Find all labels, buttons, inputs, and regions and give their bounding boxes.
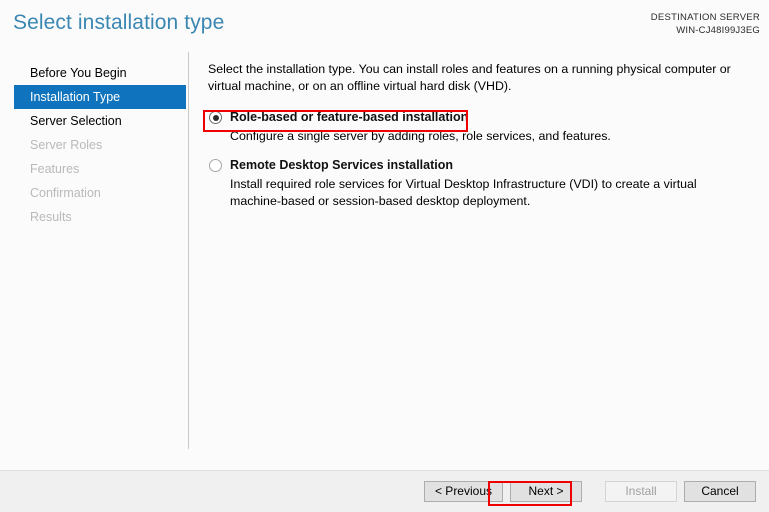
page-title: Select installation type bbox=[13, 11, 225, 34]
cancel-button[interactable]: Cancel bbox=[684, 481, 756, 502]
wizard-navigation: Before You Begin Installation Type Serve… bbox=[0, 52, 189, 470]
destination-server-label: DESTINATION SERVER bbox=[650, 12, 760, 23]
installation-type-radio-group: Role-based or feature-based installation… bbox=[208, 109, 757, 210]
sidebar-item-server-roles: Server Roles bbox=[30, 138, 103, 152]
install-button: Install bbox=[605, 481, 677, 502]
radio-remote-desktop-services-installation[interactable] bbox=[209, 159, 222, 172]
destination-server-block: DESTINATION SERVER WIN-CJ48I99J3EG bbox=[651, 11, 760, 37]
previous-button[interactable]: < Previous bbox=[423, 481, 503, 502]
sidebar-item-results: Results bbox=[30, 210, 72, 224]
add-roles-features-wizard: Select installation type DESTINATION SER… bbox=[0, 0, 769, 512]
remote-desktop-option[interactable]: Remote Desktop Services installation Ins… bbox=[208, 157, 757, 210]
remote-desktop-option-description: Install required role services for Virtu… bbox=[230, 177, 697, 208]
instruction-text: Select the installation type. You can in… bbox=[208, 62, 731, 93]
sidebar-item-features: Features bbox=[30, 162, 80, 176]
wizard-footer: < Previous Next > Install Cancel bbox=[0, 470, 769, 512]
wizard-content: Select the installation type. You can in… bbox=[189, 52, 769, 470]
next-button[interactable]: Next > bbox=[510, 481, 582, 502]
wizard-header: Select installation type DESTINATION SER… bbox=[0, 0, 769, 52]
role-based-option[interactable]: Role-based or feature-based installation… bbox=[208, 109, 757, 145]
sidebar-item-confirmation: Confirmation bbox=[30, 186, 101, 200]
sidebar-item-server-selection[interactable]: Server Selection bbox=[14, 109, 186, 133]
sidebar-item-before-you-begin[interactable]: Before You Begin bbox=[14, 61, 186, 85]
wizard-body: Before You Begin Installation Type Serve… bbox=[0, 52, 769, 470]
destination-server-name: WIN-CJ48I99J3EG bbox=[676, 25, 760, 36]
sidebar-item-installation-type[interactable]: Installation Type bbox=[14, 85, 186, 109]
role-based-option-label[interactable]: Role-based or feature-based installation bbox=[230, 109, 468, 126]
remote-desktop-option-label[interactable]: Remote Desktop Services installation bbox=[230, 157, 453, 174]
role-based-option-description: Configure a single server by adding role… bbox=[230, 129, 611, 143]
radio-role-based-installation[interactable] bbox=[209, 111, 222, 124]
